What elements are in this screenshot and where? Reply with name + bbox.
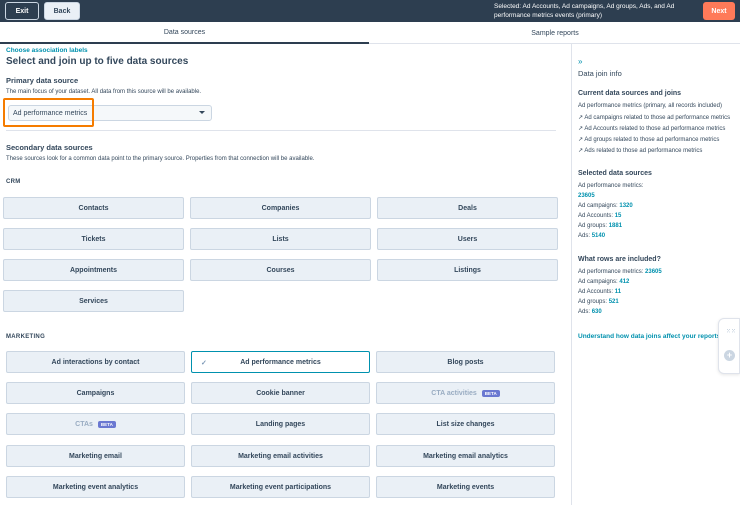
rows-ads: Ads: 630 [578, 309, 602, 315]
source-tile-marketing-email[interactable]: Marketing email [6, 445, 185, 467]
source-tile-marketing-events[interactable]: Marketing events [376, 476, 555, 498]
source-tile-marketing-email-activities[interactable]: Marketing email activities [191, 445, 370, 467]
value: 521 [608, 299, 619, 305]
current-join-item: Ad performance metrics (primary, all rec… [578, 103, 722, 109]
check-icon: ✓ [201, 360, 207, 367]
value: 412 [619, 279, 630, 285]
label: Ad groups: [578, 299, 608, 305]
source-tile-cookie-banner[interactable]: Cookie banner [191, 382, 370, 404]
top-bar: Exit Back Selected: Ad Accounts, Ad camp… [0, 0, 740, 22]
tab-data-sources[interactable]: Data sources [0, 22, 369, 44]
data-join-info-panel: » Data join info Current data sources an… [571, 44, 740, 505]
source-tile-list-size-changes[interactable]: List size changes [376, 413, 555, 435]
selected-accounts: Ad Accounts: 15 [578, 213, 621, 219]
selected-summary-line-2: performance metrics events (primary) [494, 12, 602, 19]
source-tile-label: CTA activities [431, 389, 477, 397]
source-tile-lists[interactable]: Lists [190, 228, 371, 250]
primary-source-description: The main focus of your dataset. All data… [6, 89, 202, 95]
side-panel-title: Data join info [578, 69, 622, 78]
crm-section-label: CRM [6, 179, 21, 185]
marketing-section-label: MARKETING [6, 334, 46, 340]
plus-icon[interactable]: + [724, 350, 735, 361]
choose-association-labels-link[interactable]: Choose association labels [6, 47, 88, 54]
selected-summary-line-1: Selected: Ad Accounts, Ad campaigns, Ad … [494, 3, 675, 10]
back-button[interactable]: Back [44, 2, 80, 20]
beta-badge: BETA [481, 389, 500, 397]
source-tile-campaigns[interactable]: Campaigns [6, 382, 185, 404]
selected-groups: Ad groups: 1881 [578, 223, 622, 229]
label: Ads: [578, 309, 591, 315]
source-tile-ad-interactions[interactable]: Ad interactions by contact [6, 351, 185, 373]
source-tile-ad-performance-metrics[interactable]: ✓ Ad performance metrics [191, 351, 370, 373]
value: 630 [591, 309, 602, 315]
label: Ads: [578, 233, 591, 239]
current-joins-heading: Current data sources and joins [578, 90, 682, 97]
label: Ad performance metrics: [578, 269, 644, 275]
source-tile-deals[interactable]: Deals [377, 197, 558, 219]
divider [6, 130, 556, 131]
rows-campaigns: Ad campaigns: 412 [578, 279, 629, 285]
main-content: Choose association labels Select and joi… [0, 44, 570, 505]
floating-help-widget: ⁙⁙ + [718, 318, 740, 374]
grid-icon[interactable]: ⁙⁙ [726, 328, 736, 335]
source-tile-blog-posts[interactable]: Blog posts [376, 351, 555, 373]
source-tile-marketing-email-analytics[interactable]: Marketing email analytics [376, 445, 555, 467]
current-join-item: ↗ Ad campaigns related to those ad perfo… [578, 115, 731, 121]
source-tile-courses[interactable]: Courses [190, 259, 371, 281]
value: 5140 [591, 233, 606, 239]
rows-accounts: Ad Accounts: 11 [578, 289, 621, 295]
caret-down-icon [199, 111, 205, 114]
next-button[interactable]: Next [703, 2, 735, 20]
source-tile-landing-pages[interactable]: Landing pages [191, 413, 370, 435]
source-tile-label: CTAs [75, 420, 93, 428]
double-chevron-right-icon[interactable]: » [578, 57, 582, 66]
selected-apm-label: Ad performance metrics: [578, 183, 644, 189]
source-tile-ctas[interactable]: CTAs BETA [6, 413, 185, 435]
primary-source-heading: Primary data source [6, 76, 79, 85]
source-tile-tickets[interactable]: Tickets [3, 228, 184, 250]
current-join-item: ↗ Ad Accounts related to those ad perfor… [578, 126, 726, 132]
tab-bar: Data sources Sample reports [0, 22, 740, 44]
source-tile-cta-activities[interactable]: CTA activities BETA [376, 382, 555, 404]
source-tile-companies[interactable]: Companies [190, 197, 371, 219]
selected-ads: Ads: 5140 [578, 233, 605, 239]
selected-sources-heading: Selected data sources [578, 170, 652, 177]
rows-apm: Ad performance metrics: 23605 [578, 269, 662, 275]
value: 23605 [645, 269, 662, 275]
value: 1320 [619, 203, 633, 209]
selected-apm-value: 23605 [578, 193, 595, 199]
source-tile-listings[interactable]: Listings [377, 259, 558, 281]
label: Ad groups: [578, 223, 608, 229]
label: Ad Accounts: [578, 213, 614, 219]
source-tile-users[interactable]: Users [377, 228, 558, 250]
source-tile-services[interactable]: Services [3, 290, 184, 312]
exit-button[interactable]: Exit [5, 2, 39, 20]
selected-summary: Selected: Ad Accounts, Ad campaigns, Ad … [494, 2, 694, 20]
label: Ad campaigns: [578, 279, 618, 285]
label: Ad Accounts: [578, 289, 614, 295]
rows-included-heading: What rows are included? [578, 256, 661, 263]
beta-badge: BETA [97, 420, 116, 428]
value: 11 [614, 289, 622, 295]
secondary-source-description: These sources look for a common data poi… [6, 156, 315, 162]
current-join-item: ↗ Ads related to those ad performance me… [578, 148, 703, 154]
source-tile-marketing-event-participations[interactable]: Marketing event participations [191, 476, 370, 498]
page-title: Select and join up to five data sources [6, 56, 189, 67]
value: 1881 [608, 223, 623, 229]
tab-sample-reports[interactable]: Sample reports [370, 22, 740, 44]
rows-groups: Ad groups: 521 [578, 299, 619, 305]
label: Ad campaigns: [578, 203, 618, 209]
highlight-box [3, 98, 94, 127]
source-tile-contacts[interactable]: Contacts [3, 197, 184, 219]
source-tile-appointments[interactable]: Appointments [3, 259, 184, 281]
selected-campaigns: Ad campaigns: 1320 [578, 203, 633, 209]
understand-data-joins-link[interactable]: Understand how data joins affect your re… [578, 333, 722, 340]
source-tile-label: Ad performance metrics [240, 358, 321, 366]
current-join-item: ↗ Ad groups related to those ad performa… [578, 137, 720, 143]
source-tile-marketing-event-analytics[interactable]: Marketing event analytics [6, 476, 185, 498]
secondary-source-heading: Secondary data sources [6, 143, 93, 152]
value: 15 [614, 213, 622, 219]
